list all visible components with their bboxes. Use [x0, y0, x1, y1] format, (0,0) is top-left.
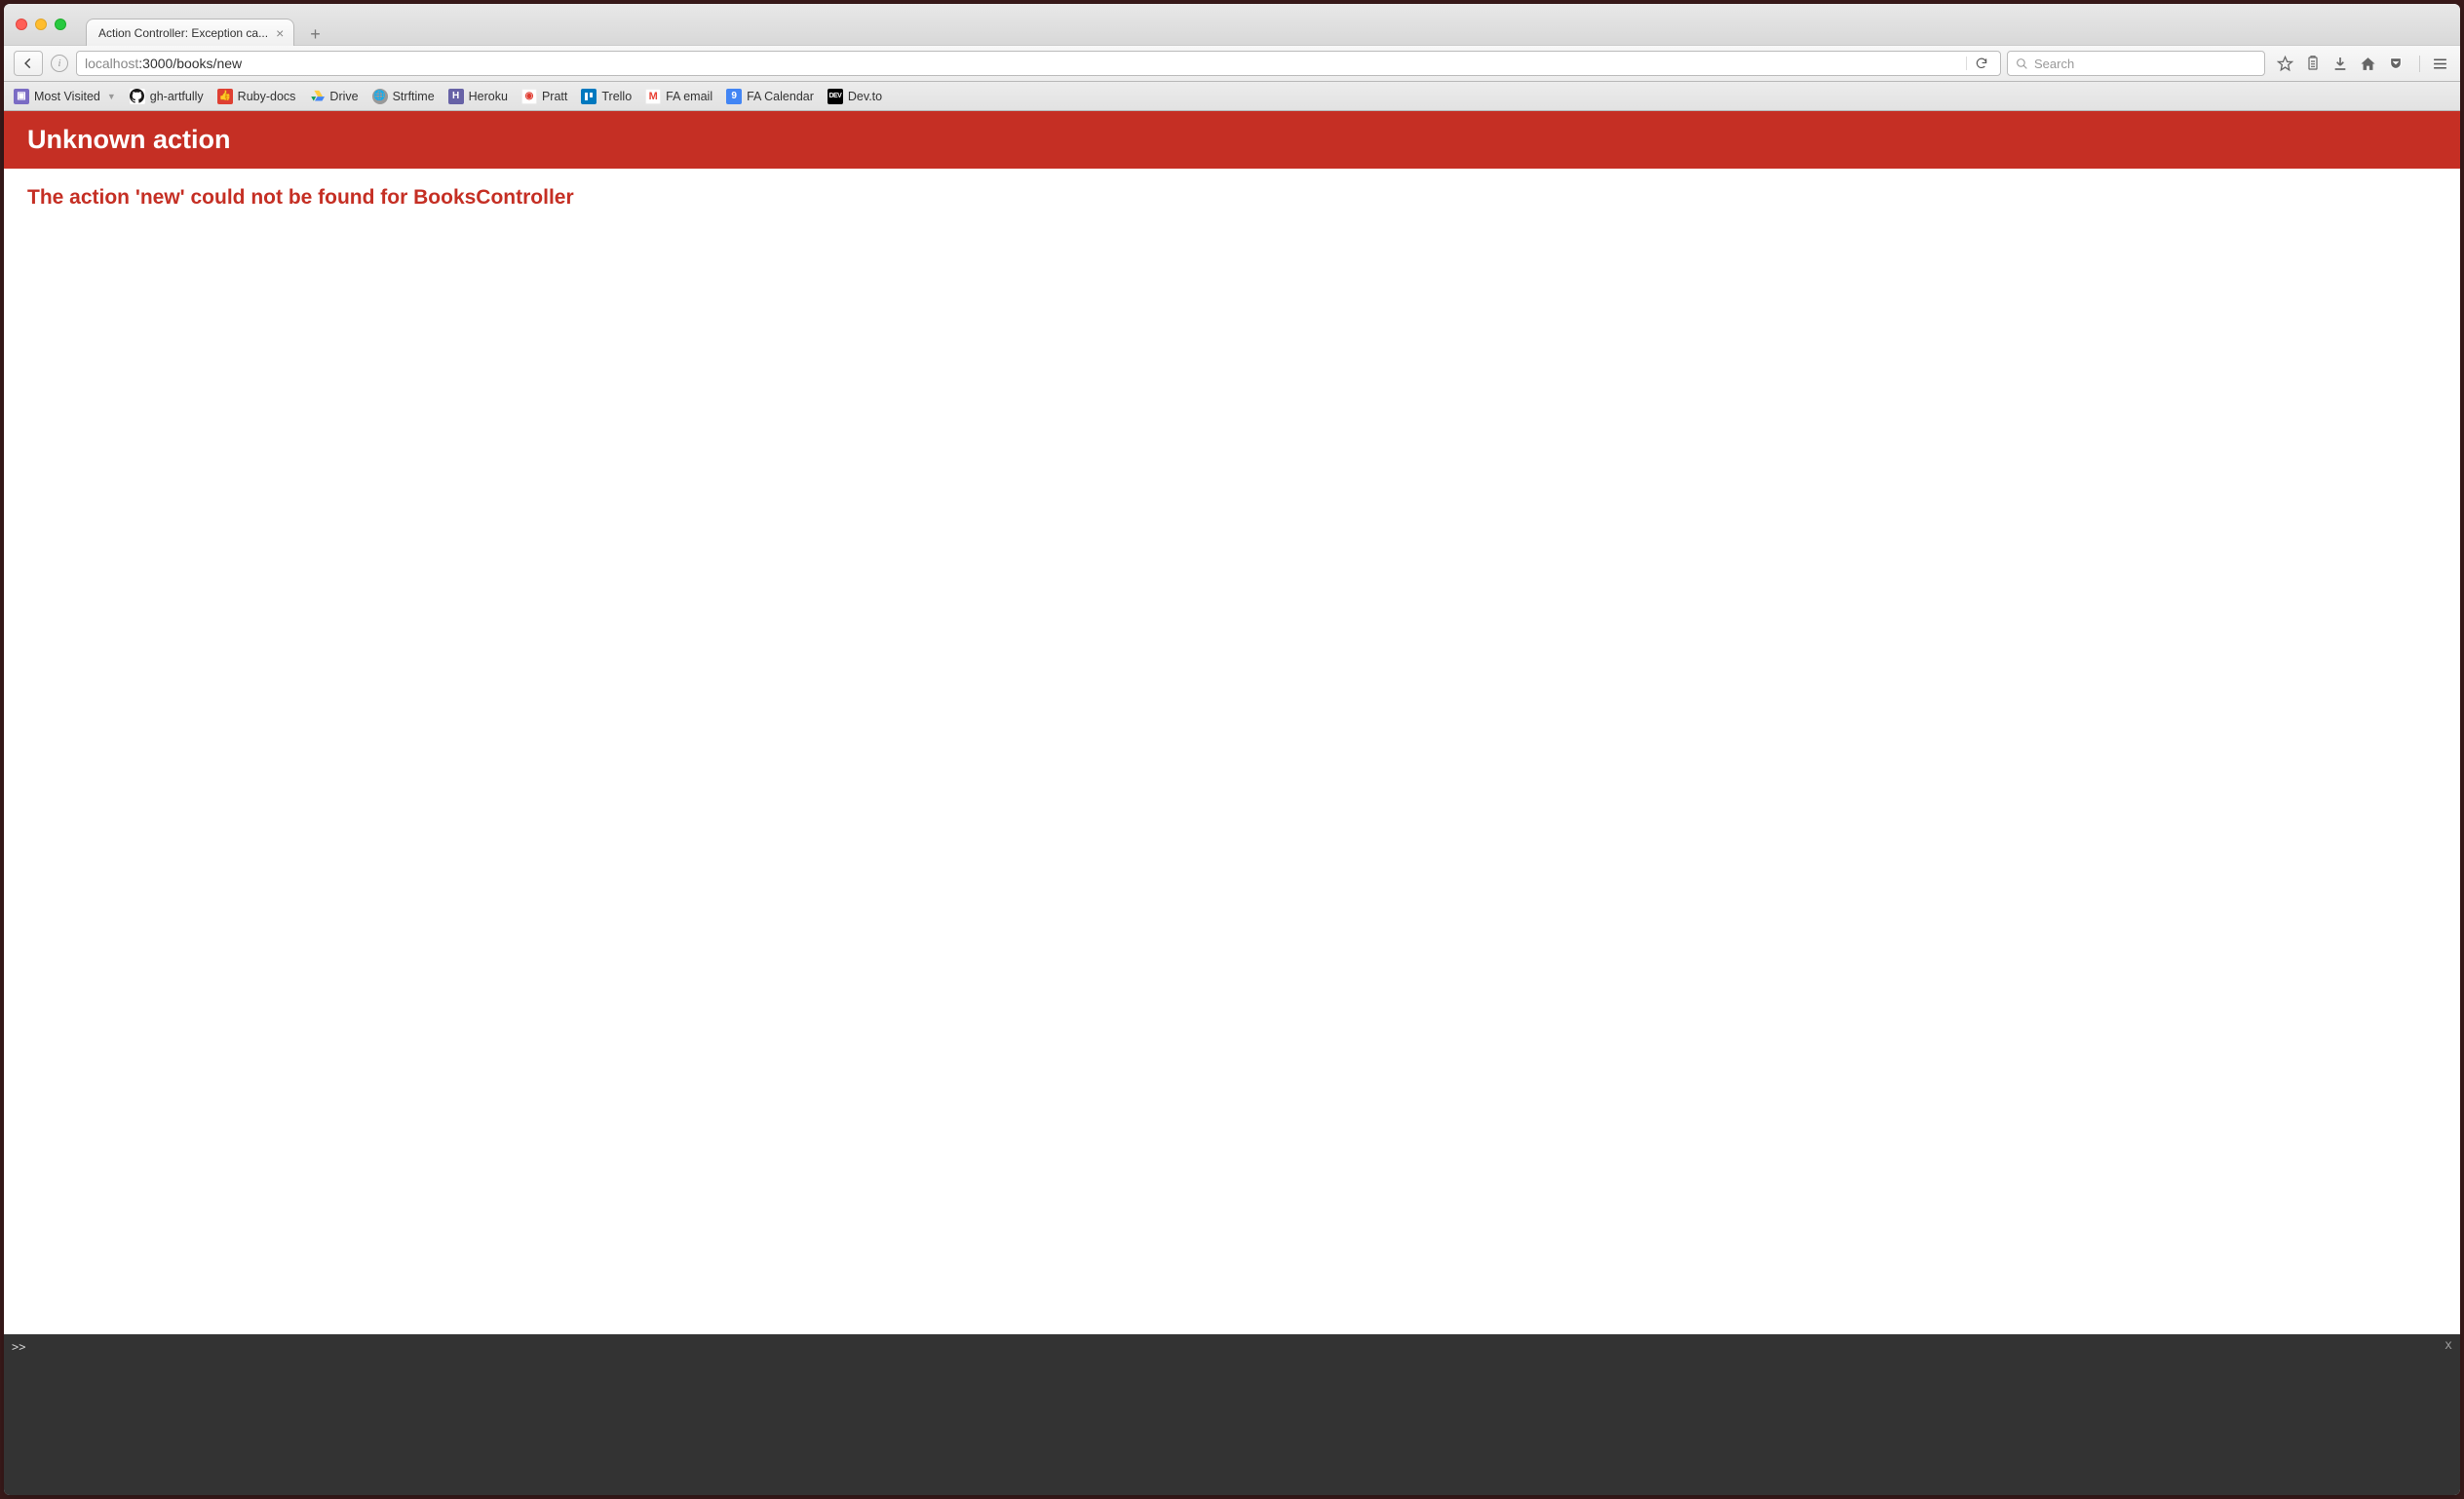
chevron-down-icon: ▼: [107, 92, 116, 101]
navigation-toolbar: i localhost:3000/books/new Search: [4, 45, 2460, 82]
titlebar: Action Controller: Exception ca... × +: [4, 4, 2460, 45]
tab-strip: Action Controller: Exception ca... × +: [86, 4, 327, 45]
new-tab-button[interactable]: +: [304, 24, 327, 45]
trello-icon: [581, 89, 597, 104]
error-title: Unknown action: [27, 125, 2437, 155]
page-content: Unknown action The action 'new' could no…: [4, 111, 2460, 1334]
bookmark-gh-artfully[interactable]: gh-artfully: [130, 89, 204, 104]
site-info-button[interactable]: i: [51, 55, 68, 72]
downloads-icon[interactable]: [2332, 56, 2348, 71]
bookmark-label: Heroku: [469, 90, 508, 103]
url-host: localhost: [85, 56, 138, 71]
browser-tab[interactable]: Action Controller: Exception ca... ×: [86, 19, 294, 46]
search-bar[interactable]: Search: [2007, 51, 2265, 76]
error-header: Unknown action: [4, 111, 2460, 169]
error-body: The action 'new' could not be found for …: [4, 169, 2460, 227]
bookmark-label: Trello: [601, 90, 632, 103]
bookmarks-toolbar: ▣ Most Visited ▼ gh-artfully 👍 Ruby-docs…: [4, 82, 2460, 111]
bookmark-heroku[interactable]: H Heroku: [448, 89, 508, 104]
bookmark-label: gh-artfully: [150, 90, 204, 103]
calendar-icon: 9: [726, 89, 742, 104]
bookmark-pratt[interactable]: ◉ Pratt: [521, 89, 567, 104]
bookmark-ruby-docs[interactable]: 👍 Ruby-docs: [217, 89, 296, 104]
traffic-lights: [16, 19, 66, 30]
console-close-button[interactable]: x: [2445, 1338, 2452, 1353]
close-window-button[interactable]: [16, 19, 27, 30]
url-bar[interactable]: localhost:3000/books/new: [76, 51, 2001, 76]
clipboard-icon[interactable]: [2305, 56, 2321, 71]
bookmark-label: FA Calendar: [747, 90, 814, 103]
home-icon[interactable]: [2360, 56, 2376, 72]
close-tab-button[interactable]: ×: [276, 25, 284, 41]
search-icon: [2016, 58, 2028, 70]
globe-icon: 🌐: [372, 89, 388, 104]
bookmark-devto[interactable]: DEV Dev.to: [828, 89, 882, 104]
bookmark-label: Strftime: [393, 90, 435, 103]
bookmark-label: Drive: [329, 90, 358, 103]
pratt-icon: ◉: [521, 89, 537, 104]
bookmark-drive[interactable]: Drive: [309, 89, 358, 104]
bookmark-label: Ruby-docs: [238, 90, 296, 103]
bookmark-fa-calendar[interactable]: 9 FA Calendar: [726, 89, 814, 104]
drive-icon: [309, 89, 325, 104]
search-placeholder: Search: [2034, 57, 2074, 71]
ruby-icon: 👍: [217, 89, 233, 104]
pocket-icon[interactable]: [2388, 56, 2404, 71]
bookmark-star-icon[interactable]: [2277, 56, 2293, 72]
bookmark-label: Pratt: [542, 90, 567, 103]
gmail-icon: M: [645, 89, 661, 104]
folder-icon: ▣: [14, 89, 29, 104]
url-path: :3000/books/new: [138, 56, 242, 71]
menu-button[interactable]: [2419, 56, 2448, 72]
bookmark-fa-email[interactable]: M FA email: [645, 89, 712, 104]
bookmark-most-visited[interactable]: ▣ Most Visited ▼: [14, 89, 116, 104]
bookmark-strftime[interactable]: 🌐 Strftime: [372, 89, 435, 104]
heroku-icon: H: [448, 89, 464, 104]
bookmark-label: FA email: [666, 90, 712, 103]
bookmark-trello[interactable]: Trello: [581, 89, 632, 104]
devto-icon: DEV: [828, 89, 843, 104]
toolbar-actions: [2271, 56, 2450, 72]
github-icon: [130, 89, 145, 104]
back-button[interactable]: [14, 51, 43, 76]
tab-title: Action Controller: Exception ca...: [98, 26, 268, 40]
reload-button[interactable]: [1966, 57, 1992, 70]
bookmark-label: Most Visited: [34, 90, 100, 103]
error-message: The action 'new' could not be found for …: [27, 186, 2437, 210]
console-prompt: >>: [12, 1340, 25, 1354]
web-console[interactable]: >> x: [4, 1334, 2460, 1495]
bookmark-label: Dev.to: [848, 90, 882, 103]
browser-window: Action Controller: Exception ca... × + i…: [4, 4, 2460, 1495]
maximize-window-button[interactable]: [55, 19, 66, 30]
minimize-window-button[interactable]: [35, 19, 47, 30]
